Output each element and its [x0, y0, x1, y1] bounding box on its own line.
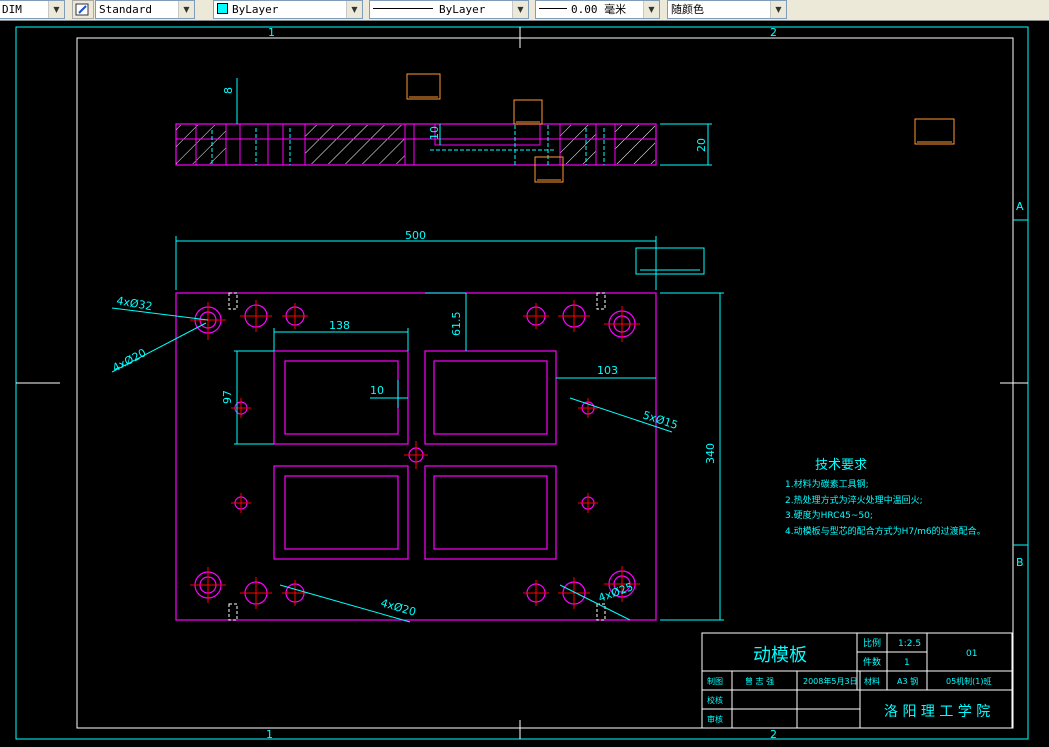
zone-label: A [1016, 200, 1024, 213]
dim-10b: 10 [370, 384, 384, 397]
title-block: 动模板 比例 1:2.5 件数 1 01 制图 曾 志 强 2008年5月3日 … [701, 632, 1013, 729]
zone-label: B [1016, 556, 1024, 569]
material-label: 材料 [864, 676, 880, 686]
drawing-border: 1 2 1 2 A B [15, 26, 1029, 741]
text-style-value: Standard [99, 3, 152, 16]
dim-10: 10 [428, 126, 441, 140]
linetype-preview [373, 8, 433, 9]
drawer-name: 曾 志 强 [745, 676, 774, 686]
tech-title: 技术要求 [815, 458, 867, 473]
draw-date: 2008年5月3日 [803, 676, 858, 686]
tech-item: 3.硬度为HRC45~50; [785, 509, 873, 521]
section-view: 8 10 20 [175, 73, 955, 183]
hole-label-4x20-top: 4xØ20 [110, 346, 148, 374]
color-swatch-icon [217, 3, 228, 14]
layer-value: ByLayer [232, 3, 279, 16]
chevron-down-icon[interactable]: ▼ [643, 1, 659, 18]
zone-label: 1 [268, 26, 275, 39]
dim-8: 8 [222, 87, 235, 94]
review-label: 审核 [707, 714, 723, 724]
zone-label: 1 [266, 728, 273, 741]
dim-138: 138 [329, 319, 350, 332]
color-select[interactable]: 随颜色 ▼ [667, 0, 787, 19]
dim-style-value: DIM [2, 3, 22, 16]
dim-340: 340 [704, 443, 717, 464]
chevron-down-icon[interactable]: ▼ [178, 1, 194, 18]
drawing-code: 01 [966, 649, 977, 659]
dim-97: 97 [221, 390, 234, 404]
layer-select[interactable]: ByLayer ▼ [213, 0, 363, 19]
check-label: 校核 [707, 695, 723, 705]
properties-toolbar: DIM ▼ Standard ▼ ByLayer ▼ ByLayer ▼ 0.00 毫米… [0, 0, 1049, 21]
lineweight-select[interactable]: 0.00 毫米 ▼ [535, 0, 660, 19]
school-name: 洛 阳 理 工 学 院 [884, 704, 990, 720]
dim-20: 20 [695, 138, 708, 152]
lineweight-value: 0.00 毫米 [571, 3, 627, 16]
tech-item: 1.材料为碳素工具钢; [785, 478, 869, 490]
dim-61-5: 61.5 [450, 312, 463, 337]
scale-label: 比例 [863, 637, 881, 649]
material-value: A3 钢 [897, 676, 918, 686]
linetype-select[interactable]: ByLayer ▼ [369, 0, 529, 19]
class-name: 05机制(1)班 [946, 676, 992, 686]
qty-value: 1 [904, 658, 910, 668]
tech-item: 2.热处理方式为淬火处理中温回火; [785, 494, 923, 506]
draw-label: 制图 [707, 676, 723, 686]
chevron-down-icon[interactable]: ▼ [346, 1, 362, 18]
dim-103: 103 [597, 364, 618, 377]
tech-item: 4.动模板与型芯的配合方式为H7/m6的过渡配合。 [785, 525, 986, 537]
text-style-select[interactable]: Standard ▼ [95, 0, 195, 19]
zone-label: 2 [770, 26, 777, 39]
lineweight-preview [539, 8, 567, 9]
dim-style-select[interactable]: DIM ▼ [0, 0, 65, 19]
plan-view: 500 61.5 138 103 10 97 340 4xØ32 4xØ20 5… [110, 229, 724, 623]
dim-500: 500 [405, 229, 426, 242]
part-name: 动模板 [753, 645, 807, 666]
hole-label-4x20-bottom: 4xØ20 [379, 596, 417, 618]
scale-value: 1:2.5 [898, 639, 921, 649]
chevron-down-icon[interactable]: ▼ [512, 1, 528, 18]
color-value: 随颜色 [671, 3, 704, 16]
zone-label: 2 [770, 728, 777, 741]
qty-label: 件数 [863, 656, 881, 668]
chevron-down-icon[interactable]: ▼ [48, 1, 64, 18]
chevron-down-icon[interactable]: ▼ [770, 1, 786, 18]
drawing-canvas[interactable]: 1 2 1 2 A B 8 10 20 500 61.5 138 103 10 … [0, 20, 1049, 747]
technical-requirements: 技术要求 1.材料为碳素工具钢; 2.热处理方式为淬火处理中温回火; 3.硬度为… [785, 458, 986, 537]
linetype-value: ByLayer [439, 3, 486, 16]
text-style-icon[interactable] [72, 0, 94, 19]
